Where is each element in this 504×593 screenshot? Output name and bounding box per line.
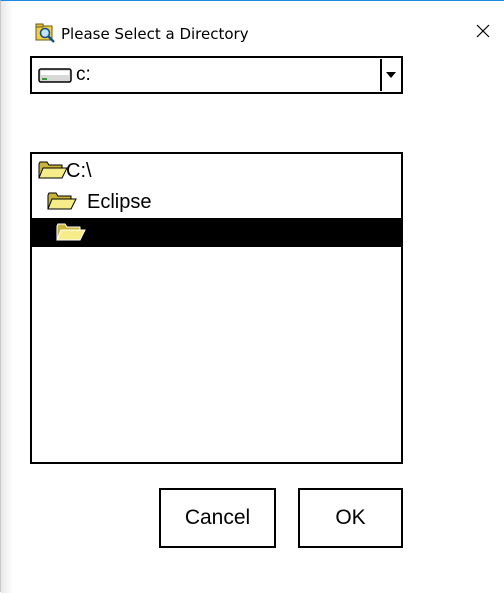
- drive-select[interactable]: c:: [30, 56, 403, 94]
- cancel-button[interactable]: Cancel: [159, 488, 276, 548]
- drive-select-value: c:: [76, 64, 91, 85]
- folder-search-icon: [35, 23, 57, 43]
- drive-icon: [38, 67, 74, 85]
- window-edge-shadow: [1, 1, 13, 593]
- ok-button[interactable]: OK: [298, 488, 403, 548]
- dialog-title: Please Select a Directory: [61, 25, 249, 43]
- tree-item-selected[interactable]: [32, 218, 401, 247]
- dropdown-arrow-icon: [385, 66, 397, 84]
- tree-item-eclipse[interactable]: Eclipse: [32, 187, 401, 216]
- dropdown-button[interactable]: [380, 59, 400, 91]
- tree-item-root[interactable]: C:\: [32, 156, 401, 185]
- directory-dialog: Please Select a Directory c: C:\ Eclipse…: [0, 0, 504, 593]
- open-folder-icon: [38, 160, 68, 180]
- open-folder-icon: [47, 191, 77, 211]
- tree-item-label: C:\: [66, 160, 92, 182]
- tree-item-label: Eclipse: [87, 191, 152, 213]
- title-bar[interactable]: Please Select a Directory: [1, 1, 503, 43]
- close-icon: [476, 24, 490, 43]
- directory-tree[interactable]: C:\ Eclipse: [30, 152, 403, 464]
- open-folder-icon: [56, 222, 86, 242]
- close-button[interactable]: [467, 19, 499, 47]
